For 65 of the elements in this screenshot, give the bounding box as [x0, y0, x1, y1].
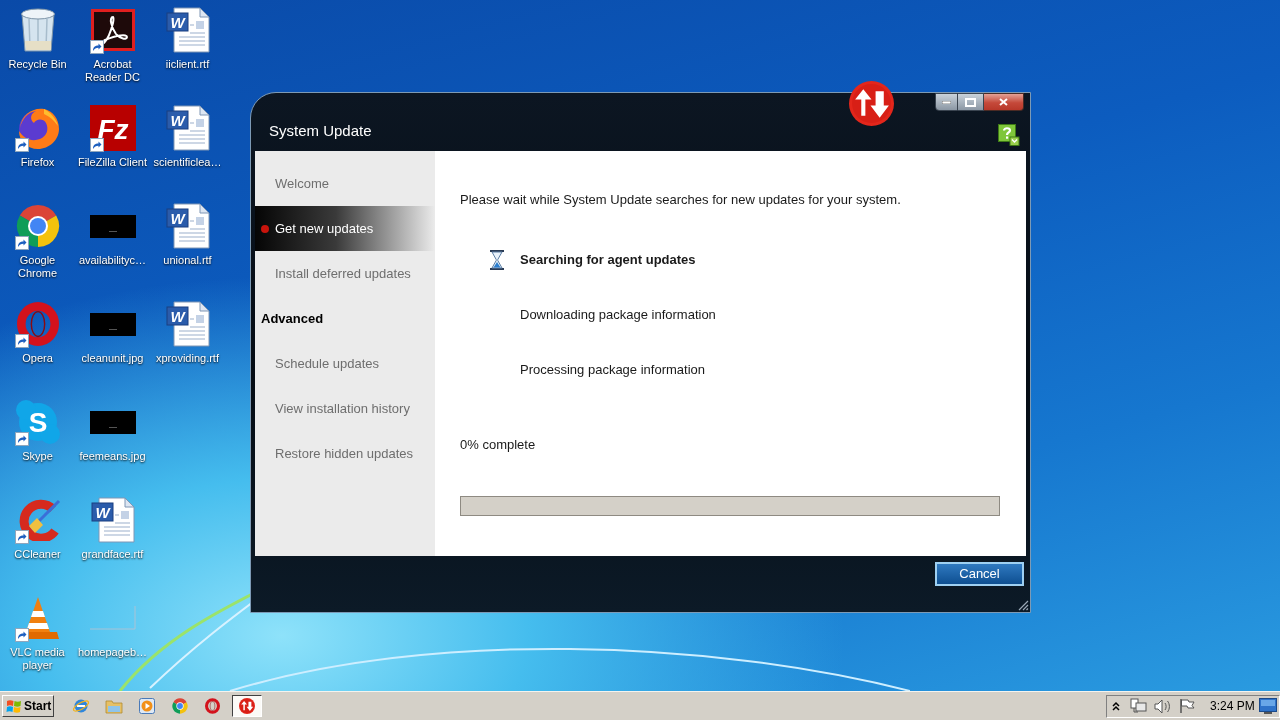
taskbar-button[interactable] — [232, 695, 262, 717]
chevron-up-icon[interactable] — [1112, 701, 1120, 711]
play-icon[interactable] — [138, 698, 155, 714]
desktop-icon-label[interactable]: Firefox — [20, 156, 55, 169]
logo-letter: W — [169, 308, 185, 325]
logo-letter: W — [94, 504, 110, 521]
minimize-button[interactable] — [935, 93, 958, 111]
show-desktop-icon[interactable] — [1259, 698, 1277, 714]
desktop-icon-label[interactable]: Acrobat Reader DC — [75, 58, 150, 84]
close-button[interactable] — [984, 93, 1024, 111]
four-pane-flag-icon — [6, 698, 22, 714]
logo-letter: W — [169, 14, 185, 31]
progress-reading: 0% complete — [460, 436, 537, 454]
desktop-icon-label[interactable]: availabilityc… — [78, 254, 147, 267]
logo-letter: Fz — [96, 114, 129, 145]
desktop-icon-label[interactable]: scientificlea… — [153, 156, 222, 169]
desktop-icon-label[interactable]: FileZilla Client — [77, 156, 148, 169]
resize-grip-icon — [1018, 600, 1029, 611]
speaker-icon[interactable] — [1154, 698, 1171, 714]
step-label: Downloading package information — [520, 306, 716, 324]
sidebar-item[interactable]: Install deferred updates — [255, 251, 435, 296]
recycle-bin-icon[interactable] — [19, 8, 56, 52]
updown-arrows-icon — [849, 81, 894, 126]
desktop-icon-label[interactable]: xproviding.rtf — [156, 352, 219, 365]
cancel-button[interactable]: Cancel — [935, 562, 1024, 586]
desktop-icon-label[interactable]: unional.rtf — [163, 254, 212, 267]
desktop-icon-label[interactable]: Opera — [22, 352, 53, 365]
globe-orbit-icon[interactable] — [71, 697, 90, 715]
updown-arrows-icon[interactable] — [239, 698, 255, 714]
minimize-icon — [942, 100, 951, 104]
sidebar-item[interactable]: Restore hidden updates — [255, 431, 435, 476]
desktop-icon-label[interactable]: Google Chrome — [0, 254, 75, 280]
logo-letter: W — [169, 112, 185, 129]
sidebar-heading: Advanced — [260, 309, 325, 328]
bullet-icon — [261, 224, 269, 233]
sidebar-item[interactable]: Schedule updates — [255, 341, 435, 386]
oval-ring-icon[interactable] — [16, 302, 59, 346]
start-button[interactable]: Start — [2, 695, 54, 717]
clock: 3:24 PM — [1210, 699, 1255, 713]
logo-letter: S — [28, 407, 47, 438]
sidebar-item[interactable]: View installation history — [255, 386, 435, 431]
maximize-button[interactable] — [958, 93, 984, 111]
desktop-icon-label[interactable]: Recycle Bin — [8, 58, 67, 71]
logo-letter: W — [169, 210, 185, 227]
sidebar-item[interactable]: Welcome — [255, 161, 435, 206]
blank-thumbnail-icon[interactable] — [89, 606, 136, 630]
maximize-icon — [965, 97, 976, 107]
window-title: System Update — [269, 122, 372, 140]
desktop-icon-label[interactable]: iiclient.rtf — [165, 58, 210, 71]
help-icon[interactable] — [998, 124, 1020, 146]
sidebar-item[interactable]: Get new updates — [255, 206, 435, 251]
image-thumbnail[interactable] — [89, 214, 136, 238]
swoosh-logo-icon[interactable] — [90, 9, 135, 51]
letter-tile-icon[interactable]: Fz — [89, 105, 136, 151]
image-thumbnail[interactable] — [89, 410, 136, 434]
tricolor-circle-icon[interactable] — [15, 204, 60, 248]
image-thumbnail[interactable] — [89, 312, 136, 336]
status-message: Please wait while System Update searches for new updates for your system. — [460, 191, 902, 209]
desktop-icon-label[interactable]: cleanunit.jpg — [81, 352, 144, 365]
tricolor-circle-icon[interactable] — [171, 698, 188, 714]
step-label: Processing package information — [520, 361, 705, 379]
flag-icon[interactable] — [1179, 698, 1195, 714]
step-label: Searching for agent updates — [520, 251, 696, 269]
close-icon — [999, 98, 1008, 106]
network-icon[interactable] — [1130, 698, 1147, 714]
